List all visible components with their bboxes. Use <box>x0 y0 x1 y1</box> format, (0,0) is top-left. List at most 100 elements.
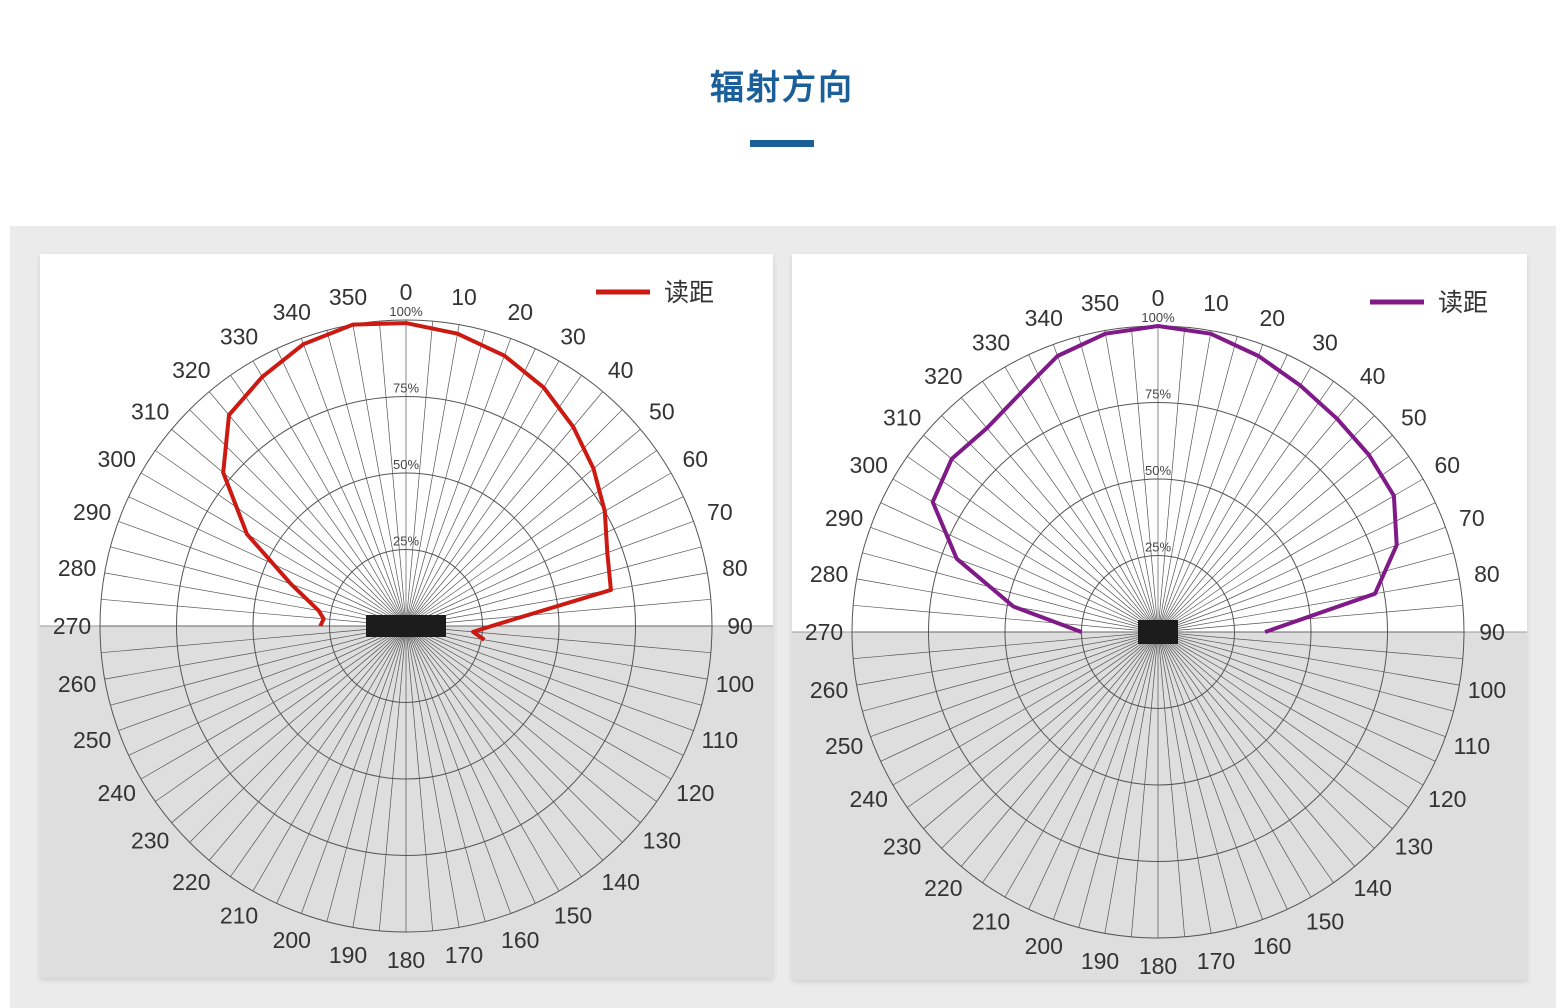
angle-spoke <box>1157 344 1263 633</box>
angle-tick-label: 210 <box>972 908 1010 934</box>
page-title: 辐射方向 <box>710 68 854 108</box>
antenna-device <box>366 615 446 637</box>
angle-tick-label: 40 <box>1360 363 1386 389</box>
angle-tick-label: 310 <box>131 398 169 424</box>
angle-spoke <box>1157 552 1454 633</box>
legend-label: 读距 <box>1438 288 1488 317</box>
angle-tick-label: 260 <box>810 677 848 703</box>
angle-spoke <box>1157 336 1238 633</box>
angle-tick-label: 110 <box>702 727 739 753</box>
angle-tick-label: 20 <box>507 299 533 325</box>
angle-tick-label: 80 <box>722 555 748 581</box>
angle-tick-label: 30 <box>1312 330 1338 356</box>
angle-tick-label: 280 <box>58 555 96 581</box>
angle-tick-label: 190 <box>329 942 367 968</box>
angle-spoke <box>118 521 407 627</box>
radial-tick-label: 100% <box>1141 310 1175 325</box>
angle-tick-label: 250 <box>73 727 111 753</box>
angle-spoke <box>1157 604 1463 633</box>
angle-tick-label: 90 <box>727 613 753 639</box>
angle-tick-label: 190 <box>1081 948 1119 974</box>
angle-tick-label: 160 <box>1253 933 1291 959</box>
angle-spoke <box>326 330 407 627</box>
angle-tick-label: 260 <box>58 671 96 697</box>
angle-tick-label: 250 <box>825 733 863 759</box>
angle-tick-label: 130 <box>643 828 681 854</box>
angle-spoke <box>405 360 560 627</box>
angle-tick-label: 240 <box>850 786 888 812</box>
radial-tick-label: 100% <box>389 304 423 319</box>
polar-chart-card-1: 25% 50% 75% 100% 0 10 20 30 40 50 60 70 80 90 100 110 12… <box>40 254 773 978</box>
radial-tick-label: 25% <box>1145 540 1171 555</box>
angle-tick-label: 320 <box>172 357 210 383</box>
angle-tick-label: 10 <box>451 284 477 310</box>
angle-spoke <box>1157 527 1446 633</box>
angle-spoke <box>1157 366 1312 633</box>
angle-tick-label: 200 <box>1025 933 1063 959</box>
angle-spoke <box>101 598 407 627</box>
angle-tick-label: 210 <box>220 902 258 928</box>
angle-spoke <box>378 321 407 627</box>
angle-tick-label: 270 <box>805 619 843 645</box>
angle-tick-label: 120 <box>1428 786 1466 812</box>
radial-tick-label: 50% <box>393 457 419 472</box>
angle-tick-label: 230 <box>883 834 921 860</box>
angle-spoke <box>140 472 407 627</box>
radial-tick-label: 75% <box>1145 387 1171 402</box>
angle-tick-label: 290 <box>73 499 111 525</box>
angle-tick-label: 10 <box>1203 290 1229 316</box>
legend-label: 读距 <box>664 278 714 307</box>
angle-tick-label: 100 <box>716 671 754 697</box>
angle-tick-label: 340 <box>1025 305 1063 331</box>
angle-tick-label: 70 <box>1459 505 1485 531</box>
angle-tick-label: 20 <box>1259 305 1285 331</box>
angle-spoke <box>1157 478 1424 633</box>
angle-tick-label: 330 <box>220 324 258 350</box>
angle-spoke <box>1078 336 1159 633</box>
angle-tick-label: 160 <box>501 927 539 953</box>
angle-spoke <box>301 338 407 627</box>
angle-spoke <box>1130 327 1159 633</box>
angle-tick-label: 170 <box>445 942 483 968</box>
angle-tick-label: 70 <box>707 499 733 525</box>
angle-tick-label: 150 <box>554 902 592 928</box>
angle-tick-label: 50 <box>649 398 675 424</box>
angle-tick-label: 310 <box>883 404 921 430</box>
antenna-device <box>1138 620 1178 644</box>
radial-tick-label: 75% <box>393 381 419 396</box>
angle-tick-label: 240 <box>98 780 136 806</box>
angle-tick-label: 0 <box>400 279 413 305</box>
angle-tick-label: 290 <box>825 505 863 531</box>
angle-tick-label: 60 <box>682 446 708 472</box>
angle-spoke <box>1004 366 1159 633</box>
polar-chart-card-2: 25% 50% 75% 100% 0 10 20 30 40 50 60 70 80 90 100 110 12… <box>792 254 1527 980</box>
angle-tick-label: 150 <box>1306 908 1344 934</box>
angle-spoke <box>405 598 711 627</box>
angle-tick-label: 130 <box>1395 834 1433 860</box>
angle-tick-label: 350 <box>329 284 367 310</box>
angle-spoke <box>1157 327 1186 633</box>
angle-tick-label: 180 <box>1139 953 1177 979</box>
angle-spoke <box>1053 344 1159 633</box>
angle-tick-label: 350 <box>1081 290 1119 316</box>
angle-tick-label: 220 <box>924 875 962 901</box>
angle-tick-label: 230 <box>131 828 169 854</box>
angle-tick-label: 140 <box>1354 875 1392 901</box>
angle-spoke <box>405 472 672 627</box>
angle-tick-label: 50 <box>1401 404 1427 430</box>
angle-tick-label: 30 <box>560 324 586 350</box>
angle-tick-label: 120 <box>676 780 714 806</box>
polar-chart-2: 25% 50% 75% 100%0 10 20 30 40 50 60 70 80 90 100 110 12… <box>792 285 1527 980</box>
angle-spoke <box>405 546 702 627</box>
angle-spoke <box>405 330 486 627</box>
polar-chart-1: 25% 50% 75% 100%0 10 20 30 40 50 60 70 80 90 100 110 12… <box>40 278 773 978</box>
angle-tick-label: 330 <box>972 330 1010 356</box>
angle-tick-label: 320 <box>924 363 962 389</box>
angle-tick-label: 340 <box>273 299 311 325</box>
angle-tick-label: 80 <box>1474 561 1500 587</box>
title-underline <box>750 140 814 147</box>
radial-tick-label: 25% <box>393 534 419 549</box>
angle-tick-label: 300 <box>850 452 888 478</box>
lower-half-shade <box>792 632 1527 980</box>
angle-tick-label: 0 <box>1152 285 1165 311</box>
